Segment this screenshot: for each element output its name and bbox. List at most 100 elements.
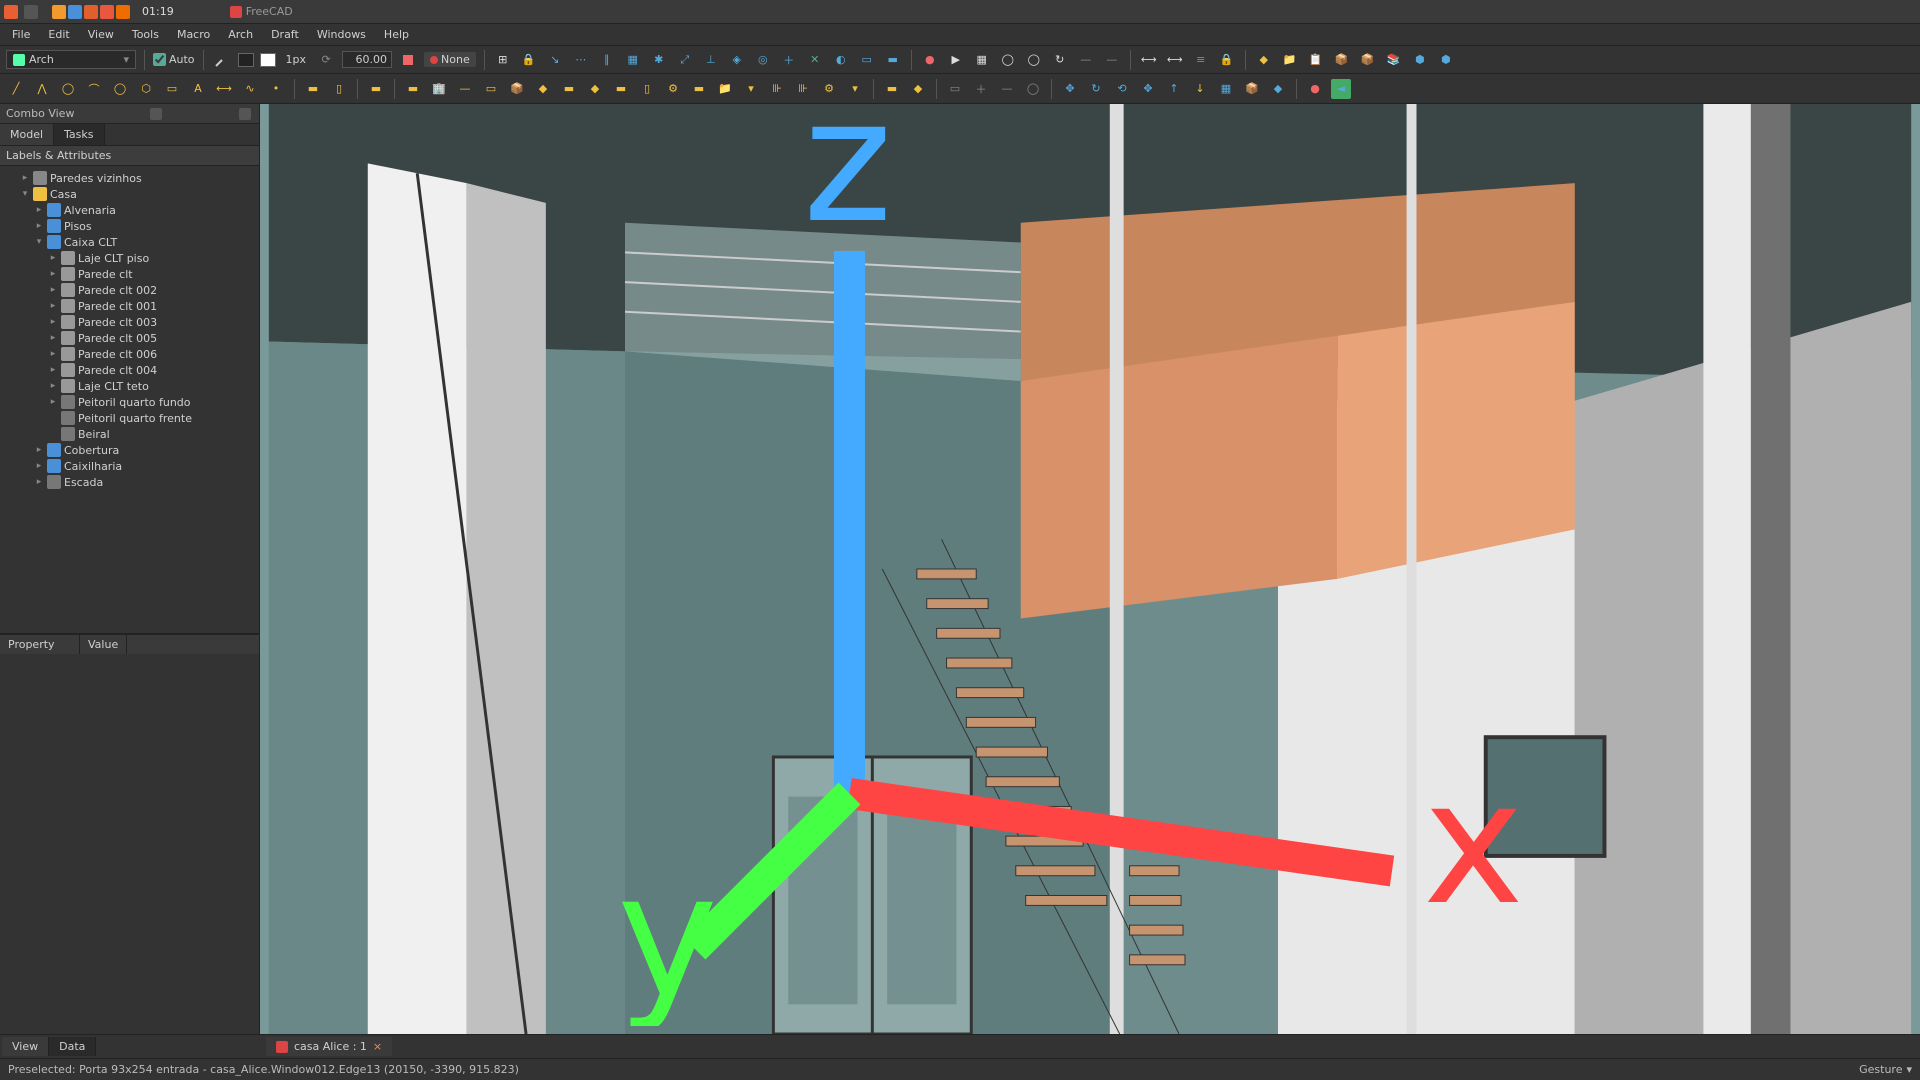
menu-file[interactable]: File xyxy=(4,26,38,43)
snap-ortho-icon[interactable]: ＋ xyxy=(779,50,799,70)
trimex-icon[interactable]: ✥ xyxy=(1138,79,1158,99)
menu-macro[interactable]: Macro xyxy=(169,26,218,43)
tree-item[interactable]: ▸Laje CLT piso xyxy=(0,250,259,266)
scale-icon[interactable]: ▦ xyxy=(1216,79,1236,99)
expand-icon[interactable]: ▸ xyxy=(48,285,58,295)
dim-align-icon[interactable]: ≡ xyxy=(1191,50,1211,70)
addon-8-icon[interactable]: ⬢ xyxy=(1436,50,1456,70)
wire2bspline-icon[interactable]: ◆ xyxy=(1268,79,1288,99)
tree-item[interactable]: ▾Casa xyxy=(0,186,259,202)
draft-rectangle-icon[interactable]: ▭ xyxy=(162,79,182,99)
arch-roof-icon[interactable]: ▬ xyxy=(559,79,579,99)
tree-item[interactable]: ▸Alvenaria xyxy=(0,202,259,218)
addon-4-icon[interactable]: 📦 xyxy=(1332,50,1352,70)
draft-polygon-icon[interactable]: ⬡ xyxy=(136,79,156,99)
tree-item[interactable]: ▸Caixilharia xyxy=(0,458,259,474)
close-tab-icon[interactable]: × xyxy=(373,1040,382,1053)
color-picker-icon[interactable] xyxy=(212,50,232,70)
window-close-icon[interactable] xyxy=(4,5,18,19)
tree-item[interactable]: ▸Parede clt 006 xyxy=(0,346,259,362)
expand-icon[interactable]: ▸ xyxy=(34,477,44,487)
autogroup-none[interactable]: None xyxy=(424,52,476,67)
expand-icon[interactable]: ▸ xyxy=(48,253,58,263)
snap-angle-icon[interactable]: ◈ xyxy=(727,50,747,70)
menu-help[interactable]: Help xyxy=(376,26,417,43)
tab-view[interactable]: View xyxy=(2,1037,49,1056)
draft-point-icon[interactable]: • xyxy=(266,79,286,99)
menu-edit[interactable]: Edit xyxy=(40,26,77,43)
tree-item[interactable]: ▸Peitoril quarto fundo xyxy=(0,394,259,410)
addon-1-icon[interactable]: ◆ xyxy=(1254,50,1274,70)
arch-component-icon[interactable]: ⚙ xyxy=(819,79,839,99)
arch-floor-icon[interactable]: ▬ xyxy=(403,79,423,99)
expand-icon[interactable]: ▸ xyxy=(34,445,44,455)
edit-icon[interactable]: 📦 xyxy=(1242,79,1262,99)
app-icon[interactable] xyxy=(68,5,82,19)
menu-arch[interactable]: Arch xyxy=(220,26,261,43)
arch-site-icon[interactable]: — xyxy=(455,79,475,99)
expand-icon[interactable]: ▸ xyxy=(48,397,58,407)
move-icon[interactable]: ✥ xyxy=(1060,79,1080,99)
arch-add-icon[interactable]: ◆ xyxy=(908,79,928,99)
expand-icon[interactable]: ▸ xyxy=(48,269,58,279)
expand-icon[interactable]: ▸ xyxy=(48,381,58,391)
expand-icon[interactable]: ▸ xyxy=(48,365,58,375)
rotate-icon[interactable]: ↻ xyxy=(1086,79,1106,99)
snap-intersection-icon[interactable]: ✱ xyxy=(649,50,669,70)
snap-near-icon[interactable]: ◐ xyxy=(831,50,851,70)
macro-manage-icon[interactable]: ◯ xyxy=(998,50,1018,70)
arch-panel-icon[interactable]: ▯ xyxy=(637,79,657,99)
app-icon[interactable] xyxy=(100,5,114,19)
menu-view[interactable]: View xyxy=(80,26,122,43)
survey-icon[interactable]: ◯ xyxy=(1023,79,1043,99)
draft-ellipse-icon[interactable]: ◯ xyxy=(110,79,130,99)
expand-icon[interactable]: ▸ xyxy=(34,221,44,231)
expand-icon[interactable]: ▸ xyxy=(20,173,30,183)
tree-item[interactable]: ▸Parede clt xyxy=(0,266,259,282)
workbench-selector[interactable]: Arch xyxy=(6,50,136,69)
snap-dimensions-icon[interactable]: ▭ xyxy=(857,50,877,70)
arch-rebar-icon[interactable]: ▬ xyxy=(366,79,386,99)
app-icon[interactable] xyxy=(84,5,98,19)
dim-v-icon[interactable]: ⟷ xyxy=(1165,50,1185,70)
menu-windows[interactable]: Windows xyxy=(309,26,374,43)
snap-workingplane-icon[interactable]: ▬ xyxy=(883,50,903,70)
addon-5-icon[interactable]: 📦 xyxy=(1358,50,1378,70)
arch-wall-icon[interactable]: ▬ xyxy=(303,79,323,99)
expand-icon[interactable]: ▸ xyxy=(48,317,58,327)
snap-extension-icon[interactable]: ⤢ xyxy=(675,50,695,70)
expand-icon[interactable]: ▸ xyxy=(48,333,58,343)
menu-draft[interactable]: Draft xyxy=(263,26,307,43)
3d-viewport[interactable]: z x y xyxy=(260,104,1920,1034)
tree-item[interactable]: ▸Parede clt 003 xyxy=(0,314,259,330)
expand-icon[interactable]: ▾ xyxy=(34,237,44,247)
dim-h-icon[interactable]: ⟷ xyxy=(1139,50,1159,70)
panel-float-icon[interactable] xyxy=(150,108,162,120)
expand-icon[interactable]: ▸ xyxy=(34,205,44,215)
arch-building-icon[interactable]: 🏢 xyxy=(429,79,449,99)
menu-tools[interactable]: Tools xyxy=(124,26,167,43)
arch-structure-icon[interactable]: ▯ xyxy=(329,79,349,99)
lock-icon[interactable]: 🔒 xyxy=(1217,50,1237,70)
selection-icon[interactable]: ◄ xyxy=(1331,79,1351,99)
expand-icon[interactable]: ▸ xyxy=(48,301,58,311)
tree-item[interactable]: Peitoril quarto frente xyxy=(0,410,259,426)
addon-6-icon[interactable]: 📚 xyxy=(1384,50,1404,70)
remove-icon[interactable]: — xyxy=(997,79,1017,99)
arch-pipe-icon[interactable]: ⊪ xyxy=(767,79,787,99)
tab-model[interactable]: Model xyxy=(0,124,54,145)
addon-2-icon[interactable]: 📁 xyxy=(1280,50,1300,70)
tree-item[interactable]: ▸Cobertura xyxy=(0,442,259,458)
tree-item[interactable]: ▸Pisos xyxy=(0,218,259,234)
offset-icon[interactable]: ⟲ xyxy=(1112,79,1132,99)
tree-item[interactable]: ▸Parede clt 005 xyxy=(0,330,259,346)
arch-material-icon[interactable]: 📁 xyxy=(715,79,735,99)
tree-item[interactable]: ▸Escada xyxy=(0,474,259,490)
window-minimize-icon[interactable] xyxy=(24,5,38,19)
snap-special-icon[interactable]: ✕ xyxy=(805,50,825,70)
angle-input[interactable] xyxy=(342,51,392,68)
snap-parallel-icon[interactable]: ∥ xyxy=(597,50,617,70)
color-swatch-white[interactable] xyxy=(260,53,276,67)
snap-grid-icon[interactable]: ⊞ xyxy=(493,50,513,70)
macro-edit-icon[interactable]: ▦ xyxy=(972,50,992,70)
